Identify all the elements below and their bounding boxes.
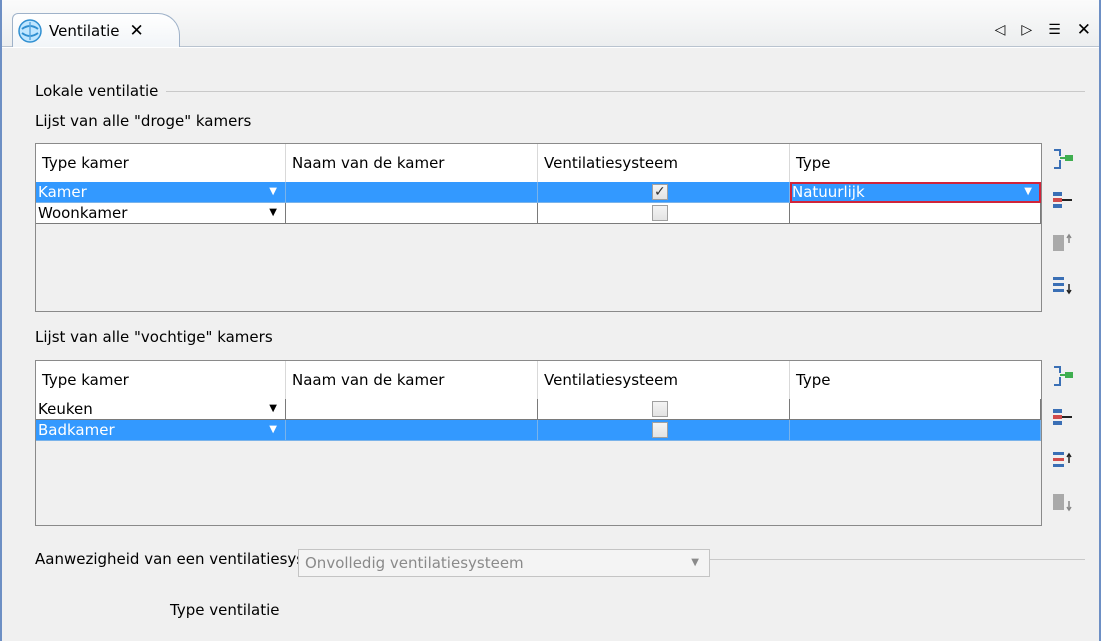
chevron-down-icon[interactable]: ▼: [269, 203, 277, 223]
tab-ventilatie[interactable]: Ventilatie ✕: [12, 13, 180, 47]
column-header[interactable]: Type kamer: [36, 361, 286, 399]
move-up-icon[interactable]: [1050, 447, 1076, 473]
add-row-icon[interactable]: [1050, 363, 1076, 389]
chevron-down-icon[interactable]: ▼: [269, 399, 277, 419]
remove-row-icon[interactable]: [1050, 405, 1076, 431]
ventilatiesysteem-checkbox[interactable]: [652, 401, 668, 417]
column-header[interactable]: Type: [790, 144, 1041, 182]
type-cell[interactable]: [790, 203, 1041, 224]
table-header: Type kamer Naam van de kamer Ventilaties…: [36, 361, 1041, 399]
ventilatiesysteem-cell[interactable]: [538, 420, 790, 441]
type-kamer-cell[interactable]: Keuken ▼: [36, 399, 286, 420]
column-header[interactable]: Naam van de kamer: [286, 144, 538, 182]
naam-cell[interactable]: [286, 203, 538, 224]
naam-cell[interactable]: [286, 182, 538, 203]
forward-icon[interactable]: ▷: [1021, 22, 1032, 38]
add-row-icon[interactable]: [1050, 146, 1076, 172]
ventilatiesysteem-cell[interactable]: [538, 399, 790, 420]
ventilatie-view: Ventilatie ✕ ◁ ▷ ☰ ✕ Lokale ventilatie L…: [0, 0, 1101, 641]
remove-row-icon[interactable]: [1050, 188, 1076, 214]
select-value: Onvolledig ventilatiesysteem: [305, 554, 524, 572]
cell-value: Woonkamer: [38, 204, 128, 222]
column-header[interactable]: Naam van de kamer: [286, 361, 538, 399]
type-ventilatie-label: Type ventilatie: [170, 601, 280, 619]
menu-icon[interactable]: ☰: [1048, 22, 1061, 38]
ventilation-icon: [17, 18, 43, 44]
section-local-label: Lokale ventilatie: [35, 82, 159, 100]
cell-value: Keuken: [38, 400, 93, 418]
type-kamer-cell[interactable]: Badkamer ▼: [36, 420, 286, 441]
divider: [166, 90, 1085, 92]
chevron-down-icon[interactable]: ▼: [1024, 182, 1032, 202]
cell-value: Natuurlijk: [792, 183, 865, 201]
move-down-icon[interactable]: [1050, 489, 1076, 515]
chevron-down-icon[interactable]: ▼: [269, 182, 277, 202]
table-header: Type kamer Naam van de kamer Ventilaties…: [36, 144, 1041, 182]
move-up-icon[interactable]: [1050, 230, 1076, 256]
type-ventilatie-select[interactable]: Onvolledig ventilatiesysteem ▼: [298, 549, 710, 577]
column-header[interactable]: Ventilatiesysteem: [538, 361, 790, 399]
naam-cell[interactable]: [286, 399, 538, 420]
view-controls: ◁ ▷ ☰ ✕: [995, 20, 1091, 40]
tab-bar: Ventilatie ✕ ◁ ▷ ☰ ✕: [2, 0, 1099, 47]
column-header[interactable]: Type kamer: [36, 144, 286, 182]
section-local-title: Lokale ventilatie: [35, 82, 1085, 100]
back-icon[interactable]: ◁: [995, 22, 1006, 38]
move-down-icon[interactable]: [1050, 272, 1076, 298]
column-header[interactable]: Type: [790, 361, 1041, 399]
dry-rooms-label: Lijst van alle "droge" kamers: [35, 112, 252, 130]
ventilatiesysteem-checkbox[interactable]: [652, 205, 668, 221]
table-row[interactable]: Badkamer ▼: [36, 420, 1041, 441]
wet-rooms-label: Lijst van alle "vochtige" kamers: [35, 328, 273, 346]
ventilatiesysteem-cell[interactable]: [538, 203, 790, 224]
type-kamer-cell[interactable]: Woonkamer ▼: [36, 203, 286, 224]
tab-title: Ventilatie: [49, 21, 120, 40]
cell-value: Kamer: [38, 183, 87, 201]
naam-cell[interactable]: [286, 420, 538, 441]
table-row[interactable]: Woonkamer ▼: [36, 203, 1041, 224]
dry-rooms-table[interactable]: Type kamer Naam van de kamer Ventilaties…: [35, 143, 1042, 312]
cell-value: Badkamer: [38, 421, 115, 439]
close-view-icon[interactable]: ✕: [1077, 20, 1091, 40]
type-kamer-cell[interactable]: Kamer ▼: [36, 182, 286, 203]
tab-close-icon[interactable]: ✕: [130, 21, 144, 41]
table-row[interactable]: Keuken ▼: [36, 399, 1041, 420]
wet-rooms-table[interactable]: Type kamer Naam van de kamer Ventilaties…: [35, 360, 1042, 526]
chevron-down-icon[interactable]: ▼: [269, 420, 277, 440]
type-cell[interactable]: [790, 399, 1041, 420]
chevron-down-icon[interactable]: ▼: [691, 550, 699, 576]
ventilatiesysteem-cell[interactable]: [538, 182, 790, 203]
wet-table-actions: [1050, 363, 1076, 531]
section-system-label: Aanwezigheid van een ventilatiesysteem: [35, 550, 344, 568]
table-row[interactable]: Kamer ▼ Natuurlijk ▼: [36, 182, 1041, 203]
type-cell[interactable]: [790, 420, 1041, 441]
type-cell[interactable]: Natuurlijk ▼: [790, 182, 1041, 203]
form-content: Lokale ventilatie Lijst van alle "droge"…: [2, 48, 1099, 641]
column-header[interactable]: Ventilatiesysteem: [538, 144, 790, 182]
ventilatiesysteem-checkbox[interactable]: [652, 422, 668, 438]
dry-table-actions: [1050, 146, 1076, 314]
ventilatiesysteem-checkbox[interactable]: [652, 182, 668, 202]
